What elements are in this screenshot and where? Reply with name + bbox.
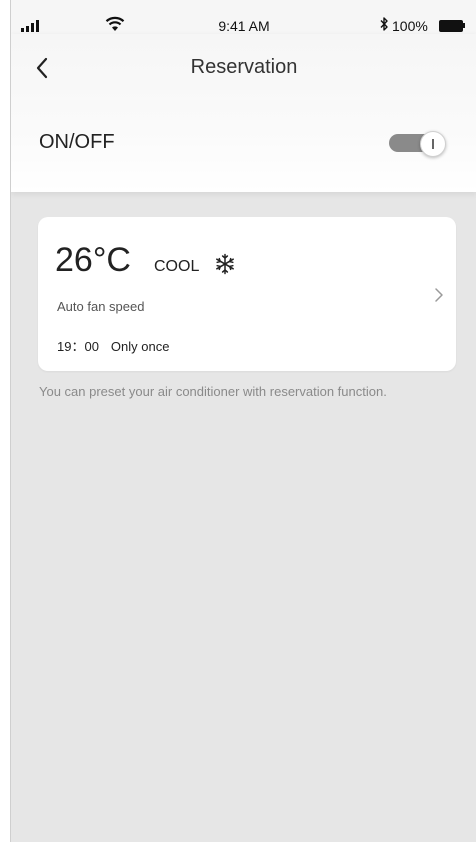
- snowflake-icon: [216, 253, 234, 275]
- power-toggle[interactable]: [389, 131, 447, 157]
- reservation-hint: You can preset your air conditioner with…: [39, 384, 387, 399]
- reservation-schedule: 19：00 Only once: [57, 336, 169, 355]
- battery-tip: [463, 23, 465, 28]
- reservation-fan-speed: Auto fan speed: [57, 299, 145, 314]
- reservation-mode: COOL: [154, 258, 200, 275]
- bluetooth-icon: [380, 17, 388, 31]
- app-screen: 9:41 AM 100% Reservation ON/OFF 26°C COO…: [10, 0, 476, 842]
- page-title: Reservation: [190, 56, 298, 78]
- reservation-repeat: Only once: [110, 339, 170, 354]
- toggle-knob: [420, 131, 446, 157]
- battery-icon: [439, 20, 463, 32]
- battery-percent: 100%: [392, 18, 428, 34]
- chevron-right-icon: [435, 288, 443, 302]
- reservation-card[interactable]: 26°C COOL Auto fan speed 19：00 Only once: [38, 217, 456, 371]
- status-bar: 9:41 AM 100%: [11, 0, 476, 34]
- reservation-time: 19：00: [57, 339, 99, 354]
- header: Reservation ON/OFF: [11, 34, 476, 192]
- power-label: ON/OFF: [39, 131, 115, 153]
- reservation-temperature: 26°C: [55, 241, 131, 279]
